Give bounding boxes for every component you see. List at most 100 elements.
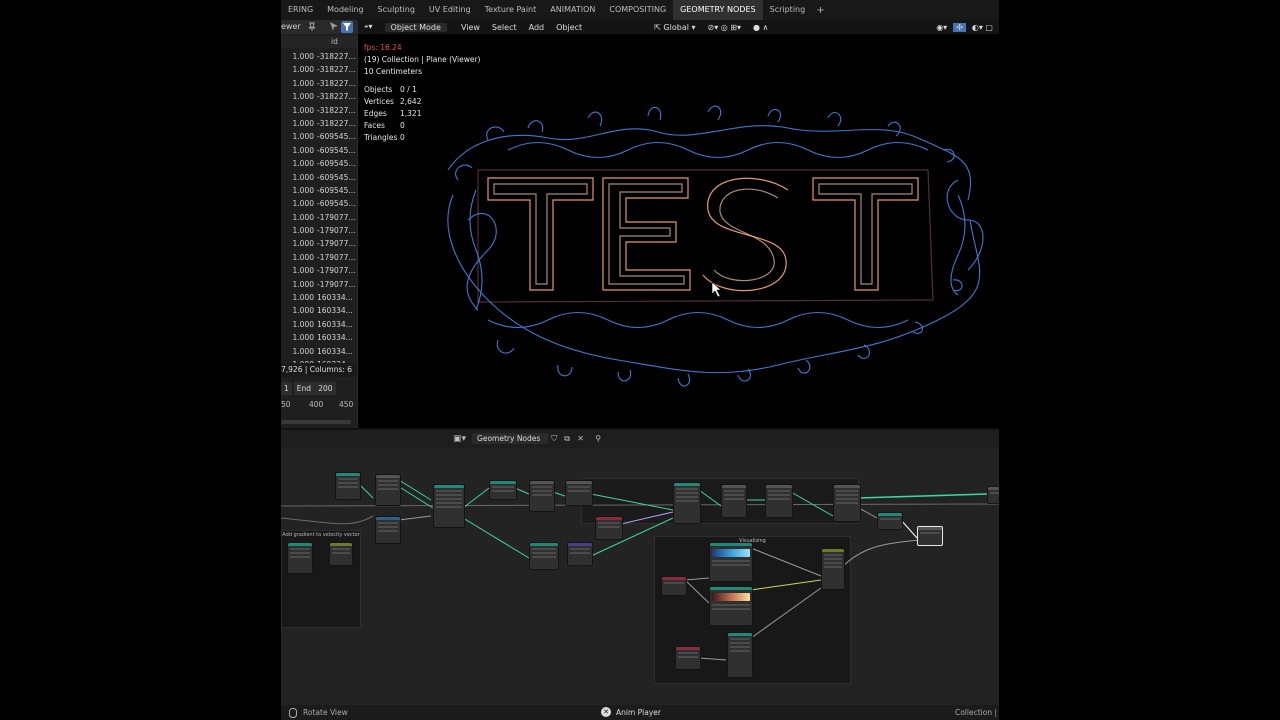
cell: 1.000 xyxy=(292,65,314,75)
tab-compositing[interactable]: COMPOSITING xyxy=(602,0,673,20)
cell: 160334... xyxy=(317,319,353,329)
cell: -609545... xyxy=(317,172,356,182)
cell: 1.000 xyxy=(292,159,314,169)
node[interactable] xyxy=(721,484,747,518)
table-row: 1.000160334... xyxy=(281,331,357,344)
node[interactable] xyxy=(375,474,401,506)
end-label: End xyxy=(296,384,312,393)
node[interactable] xyxy=(821,548,845,590)
workspace-tabs: ERING Modeling Sculpting UV Editing Text… xyxy=(281,0,999,20)
pin-icon[interactable] xyxy=(307,22,317,32)
frame-end-field[interactable]: End 200 xyxy=(293,382,336,395)
cell: 1.000 xyxy=(292,279,314,289)
node-editor[interactable]: ▣▾ Geometry Nodes ⛉ ⧉ ✕ ⚲ Add gradient t… xyxy=(281,428,999,705)
node[interactable] xyxy=(833,484,861,522)
node[interactable] xyxy=(595,516,623,540)
cell: -609545... xyxy=(317,199,356,209)
tab-rendering[interactable]: ERING xyxy=(281,0,320,20)
3d-viewport[interactable]: ⌖▾ Object Mode View Select Add Object ⇱ … xyxy=(358,20,999,428)
table-row: 1.000160334... xyxy=(281,318,357,331)
node[interactable] xyxy=(709,542,753,582)
table-row: 1.000 -179077... xyxy=(281,264,357,277)
node[interactable] xyxy=(661,576,687,596)
node[interactable] xyxy=(529,480,555,512)
cell: 1.000 xyxy=(292,346,314,356)
table-row: 1.000 -609545... xyxy=(281,171,357,184)
filter-icon[interactable] xyxy=(341,21,353,33)
mouse-icon xyxy=(289,708,297,718)
tab-geometry-nodes[interactable]: GEOMETRY NODES xyxy=(673,0,763,20)
node[interactable] xyxy=(917,526,943,546)
node[interactable] xyxy=(529,542,559,570)
node[interactable] xyxy=(877,512,903,530)
tab-modeling[interactable]: Modeling xyxy=(320,0,370,20)
node[interactable] xyxy=(709,586,753,626)
cell: -318227... xyxy=(317,105,356,115)
table-row: 1.000 -179077... xyxy=(281,211,357,224)
anim-player-status[interactable]: ✕ Anim Player xyxy=(601,707,661,717)
cell: -318227... xyxy=(317,118,356,128)
node[interactable] xyxy=(565,480,593,506)
cell: 160334... xyxy=(317,306,353,316)
cell: -179077... xyxy=(317,212,356,222)
cell: 1.000 xyxy=(292,266,314,276)
spreadsheet-header: ewer xyxy=(281,20,357,34)
tab-scripting[interactable]: Scripting xyxy=(763,0,813,20)
node[interactable] xyxy=(433,484,465,528)
tick-label: 450 xyxy=(339,400,354,409)
table-row: 1.000 -609545... xyxy=(281,157,357,170)
column-id[interactable]: id xyxy=(331,37,338,46)
cell: 1.000 xyxy=(292,145,314,155)
status-hint: Rotate View xyxy=(303,708,348,717)
cell: 1.000 xyxy=(292,212,314,222)
node[interactable] xyxy=(567,542,593,566)
flow-lines-render xyxy=(447,105,984,387)
cell: -179077... xyxy=(317,252,356,262)
node-links xyxy=(281,479,999,661)
timeline-panel: 1 End 200 50 400 450 xyxy=(281,380,357,428)
node[interactable] xyxy=(287,542,313,574)
inner-text-lines xyxy=(477,169,934,303)
table-row: 1.000 -318227... xyxy=(281,50,357,63)
table-row: 1.000160334... xyxy=(281,345,357,358)
cell: 1.000 xyxy=(292,226,314,236)
node[interactable] xyxy=(375,516,401,544)
cell: 1.000 xyxy=(292,319,314,329)
node[interactable] xyxy=(335,472,361,500)
spreadsheet-panel: ewer id 1.000 -318227... 1.000 -318227... … xyxy=(281,20,358,428)
anim-player-label: Anim Player xyxy=(616,707,661,717)
node[interactable] xyxy=(987,486,999,504)
node[interactable] xyxy=(329,542,353,566)
close-icon[interactable]: ✕ xyxy=(601,707,611,717)
node[interactable] xyxy=(765,484,793,518)
table-row: 1.000 -318227... xyxy=(281,117,357,130)
spreadsheet-viewer-label: ewer xyxy=(281,22,301,31)
frame-start-field[interactable]: 1 xyxy=(281,382,292,395)
end-value: 200 xyxy=(318,384,333,393)
tab-animation[interactable]: ANIMATION xyxy=(543,0,602,20)
node[interactable] xyxy=(489,480,517,500)
spreadsheet-rows: 1.000 -318227... 1.000 -318227... 1.000 -31… xyxy=(281,50,357,371)
selected-only-icon[interactable] xyxy=(329,21,339,32)
node[interactable] xyxy=(727,632,753,678)
add-workspace-button[interactable]: + xyxy=(812,5,828,16)
table-row: 1.000 -609545... xyxy=(281,184,357,197)
tab-texture-paint[interactable]: Texture Paint xyxy=(478,0,544,20)
node[interactable] xyxy=(673,482,701,524)
node[interactable] xyxy=(675,646,701,670)
tab-uv-editing[interactable]: UV Editing xyxy=(422,0,478,20)
table-row: 1.000 -179077... xyxy=(281,278,357,291)
table-row: 1.000 -609545... xyxy=(281,130,357,143)
cell: 1.000 xyxy=(292,185,314,195)
blender-window: ERING Modeling Sculpting UV Editing Text… xyxy=(281,0,999,720)
cell: -609545... xyxy=(317,159,356,169)
cell: 1.000 xyxy=(292,78,314,88)
tab-sculpting[interactable]: Sculpting xyxy=(371,0,422,20)
cell: 1.000 xyxy=(292,92,314,102)
spreadsheet-footer: 7,926 | Columns: 6 xyxy=(281,363,357,377)
table-row: 1.000 -318227... xyxy=(281,77,357,90)
spreadsheet-column-header[interactable]: id xyxy=(281,36,357,48)
cell: 1.000 xyxy=(292,239,314,249)
tick-label: 50 xyxy=(281,400,291,409)
timeline-scrollbar[interactable] xyxy=(281,420,351,424)
